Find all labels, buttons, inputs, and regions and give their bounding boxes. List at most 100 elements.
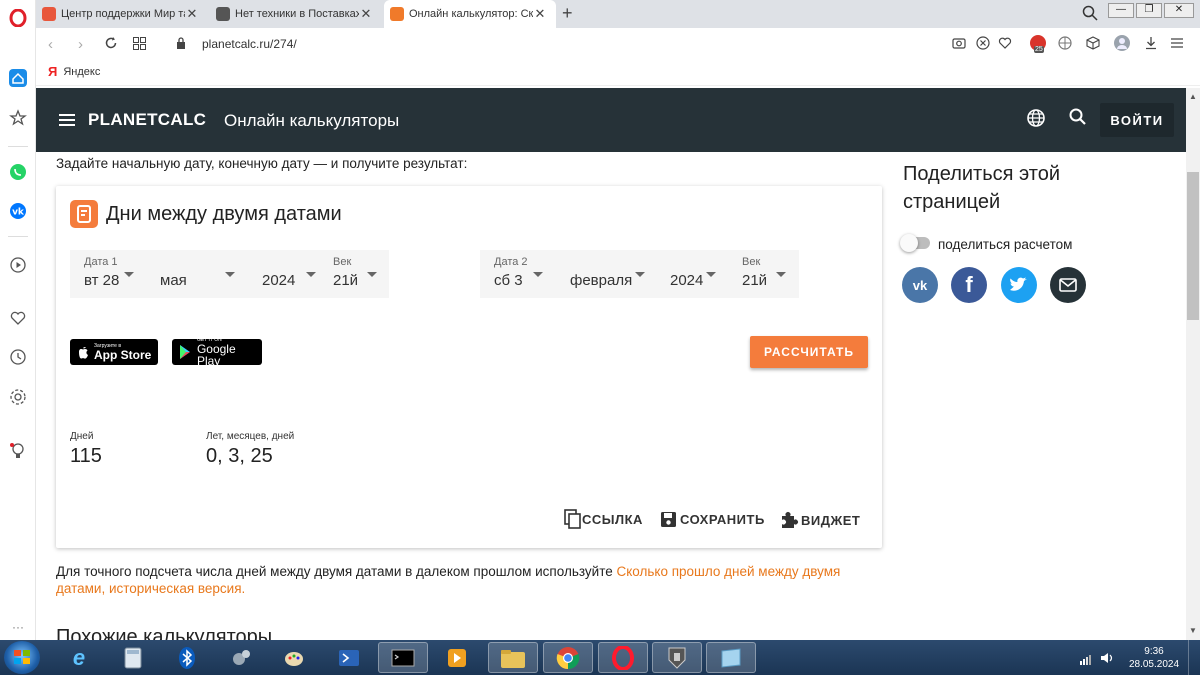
close-icon[interactable]: ✕ <box>185 6 199 22</box>
chrome-taskbar-icon[interactable] <box>543 642 593 673</box>
result-days-label: Дней <box>70 431 94 442</box>
media-player-taskbar-icon[interactable] <box>432 642 482 673</box>
vk-share-icon[interactable]: vk <box>902 267 938 303</box>
network-signal-icon[interactable] <box>1080 652 1094 670</box>
taskbar-clock[interactable]: 9:36 28.05.2024 <box>1128 645 1180 671</box>
share-toggle[interactable] <box>900 234 930 252</box>
tips-bulb-icon[interactable] <box>8 441 28 461</box>
date2-year-select[interactable]: 2024 <box>670 272 703 289</box>
settings-icon[interactable] <box>8 387 28 407</box>
chevron-down-icon[interactable] <box>706 272 716 277</box>
maximize-icon[interactable]: ❐ <box>1136 3 1162 18</box>
block-icon[interactable] <box>976 36 990 55</box>
download-icon[interactable] <box>1144 36 1158 55</box>
heart-icon[interactable] <box>8 308 28 328</box>
url-field[interactable]: planetcalc.ru/274/ <box>202 37 297 51</box>
tab-calculator[interactable]: Онлайн калькулятор: Ско ✕ <box>384 0 556 28</box>
player-icon[interactable] <box>8 255 28 275</box>
bookmark-yandex[interactable]: Я Яндекс <box>48 64 100 79</box>
link-button[interactable]: ССЫЛКА <box>564 509 643 529</box>
login-button[interactable]: ВОЙТИ <box>1100 103 1174 137</box>
twitter-share-icon[interactable] <box>1001 267 1037 303</box>
language-globe-icon[interactable] <box>1026 108 1046 133</box>
window-close-icon[interactable]: ✕ <box>1164 3 1194 18</box>
clock-time: 9:36 <box>1144 646 1164 657</box>
facebook-share-icon[interactable]: f <box>951 267 987 303</box>
chevron-down-icon[interactable] <box>635 272 645 277</box>
extensions-cube-icon[interactable] <box>1086 36 1100 55</box>
date1-year-select[interactable]: 2024 <box>262 272 295 289</box>
reload-icon[interactable] <box>104 36 118 55</box>
date2-century-select[interactable]: 21й <box>742 272 767 289</box>
back-icon[interactable]: ‹ <box>48 36 53 53</box>
googleplay-badge[interactable]: GET IT ON Google Play <box>172 337 262 368</box>
vpn-globe-icon[interactable] <box>1058 36 1072 55</box>
calculator-taskbar-icon[interactable] <box>108 642 158 673</box>
googleplay-big-text: Google Play <box>196 342 236 368</box>
bookmark-label: Яндекс <box>63 65 101 78</box>
powershell-taskbar-icon[interactable] <box>324 642 374 673</box>
date1-day-select[interactable]: вт 28 <box>84 272 119 289</box>
chevron-down-icon[interactable] <box>533 272 543 277</box>
bookmark-heart-icon[interactable] <box>998 36 1012 55</box>
widget-button[interactable]: ВИДЖЕТ <box>780 511 860 529</box>
save-button[interactable]: СОХРАНИТЬ <box>660 511 765 528</box>
easy-setup-icon[interactable] <box>1170 36 1184 55</box>
chevron-down-icon[interactable] <box>306 272 316 277</box>
yandex-icon: Я <box>48 64 58 79</box>
calculate-button[interactable]: РАССЧИТАТЬ <box>750 336 868 368</box>
ie-taskbar-icon[interactable]: e <box>54 642 104 673</box>
scroll-down-icon[interactable]: ▼ <box>1189 626 1197 635</box>
chevron-down-icon[interactable] <box>225 272 235 277</box>
explorer-taskbar-icon[interactable] <box>488 642 538 673</box>
opera-logo-icon[interactable] <box>8 8 28 28</box>
speed-dial-icon[interactable] <box>133 37 146 55</box>
whatsapp-icon[interactable] <box>8 162 28 182</box>
email-share-icon[interactable] <box>1050 267 1086 303</box>
bluetooth-taskbar-icon[interactable] <box>162 642 212 673</box>
site-logo[interactable]: PLANETCALC <box>88 110 206 130</box>
gears-taskbar-icon[interactable] <box>216 642 266 673</box>
date2-day-select[interactable]: сб 3 <box>494 272 523 289</box>
search-icon[interactable] <box>1069 108 1087 131</box>
camera-icon[interactable] <box>952 36 966 55</box>
page-scrollbar[interactable]: ▲ ▼ <box>1186 88 1200 640</box>
hamburger-menu-icon[interactable] <box>58 113 76 132</box>
cmd-taskbar-icon[interactable] <box>378 642 428 673</box>
tab-support[interactable]: Центр поддержки Мир та ✕ <box>36 0 208 28</box>
date1-month-select[interactable]: мая <box>160 272 187 289</box>
tab-postavki[interactable]: Нет техники в Поставках и ✕ <box>210 0 382 28</box>
volume-icon[interactable] <box>1100 651 1114 670</box>
chevron-down-icon[interactable] <box>776 272 786 277</box>
lock-icon[interactable] <box>176 37 186 55</box>
paint-taskbar-icon[interactable] <box>270 642 320 673</box>
opera-taskbar-icon[interactable] <box>598 642 648 673</box>
calculator-title: Дни между двумя датами <box>106 203 342 225</box>
start-button[interactable] <box>4 641 40 674</box>
profile-avatar-icon[interactable] <box>1114 35 1130 56</box>
scrollbar-thumb[interactable] <box>1187 172 1199 320</box>
more-dots-icon[interactable]: ··· <box>12 620 24 634</box>
date1-century-select[interactable]: 21й <box>333 272 358 289</box>
chevron-down-icon[interactable] <box>124 272 134 277</box>
search-tabs-icon[interactable] <box>1082 5 1098 26</box>
site-subtitle[interactable]: Онлайн калькуляторы <box>224 111 399 131</box>
star-icon[interactable] <box>8 108 28 128</box>
date2-month-select[interactable]: февраля <box>570 272 632 289</box>
notes-taskbar-icon[interactable] <box>706 642 756 673</box>
close-icon[interactable]: ✕ <box>359 6 373 22</box>
forward-icon[interactable]: › <box>78 36 83 53</box>
minimize-icon[interactable]: — <box>1108 3 1134 18</box>
new-tab-button[interactable]: + <box>562 3 573 24</box>
adblock-icon[interactable]: 25 <box>1030 35 1046 53</box>
tank-favicon-icon <box>216 7 230 21</box>
vk-sidebar-icon[interactable]: vk <box>8 201 28 221</box>
chevron-down-icon[interactable] <box>367 272 377 277</box>
show-desktop-button[interactable] <box>1188 640 1200 675</box>
scroll-up-icon[interactable]: ▲ <box>1189 92 1197 101</box>
history-icon[interactable] <box>8 347 28 367</box>
tanks-game-taskbar-icon[interactable] <box>652 642 702 673</box>
close-icon[interactable]: ✕ <box>533 6 547 22</box>
home-icon[interactable] <box>8 68 28 88</box>
appstore-badge[interactable]: Загрузите в App Store <box>70 339 158 365</box>
